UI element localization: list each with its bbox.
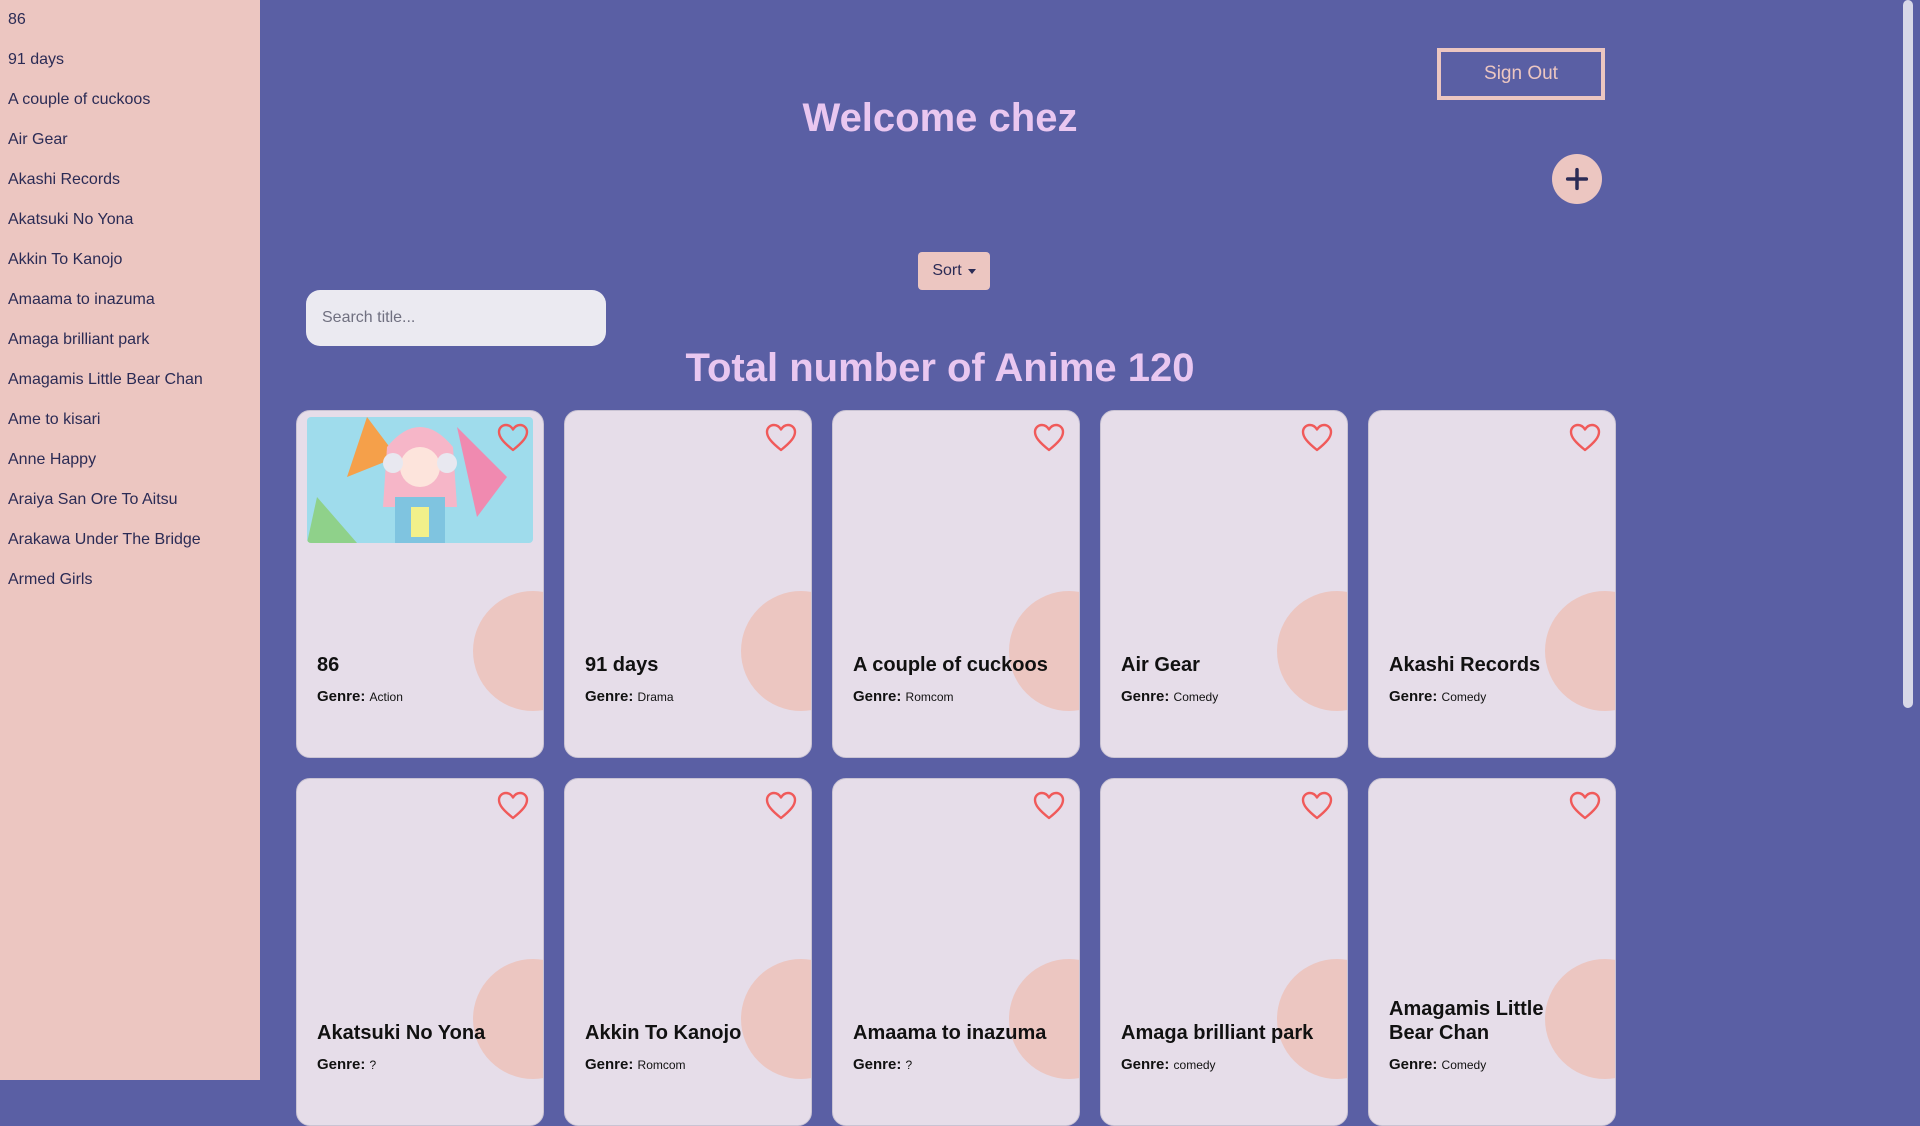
welcome-heading: Welcome chez	[802, 96, 1078, 140]
sidebar-item[interactable]: Air Gear	[0, 126, 260, 166]
card-decoration	[741, 959, 811, 1079]
card-decoration	[473, 591, 543, 711]
genre-value: Drama	[637, 690, 674, 704]
anime-genre: Genre: Comedy	[1389, 1056, 1486, 1073]
heart-icon[interactable]	[497, 423, 529, 453]
card-decoration	[1009, 591, 1079, 711]
heart-icon[interactable]	[497, 791, 529, 821]
sidebar: 86 91 days A couple of cuckoos Air Gear …	[0, 0, 260, 1080]
anime-card[interactable]: Amagamis Little Bear Chan Genre: Comedy	[1368, 778, 1616, 1126]
sidebar-item[interactable]: Amagamis Little Bear Chan	[0, 366, 260, 406]
anime-genre: Genre: Drama	[585, 688, 674, 705]
anime-genre: Genre: Comedy	[1389, 688, 1486, 705]
genre-value: Action	[369, 690, 403, 704]
total-anime-heading: Total number of Anime 120	[685, 346, 1195, 390]
genre-label: Genre:	[1389, 688, 1438, 705]
anime-card[interactable]: Akkin To Kanojo Genre: Romcom	[564, 778, 812, 1126]
anime-genre: Genre: Romcom	[853, 688, 954, 705]
anime-title: A couple of cuckoos	[853, 654, 1048, 676]
sidebar-list: 86 91 days A couple of cuckoos Air Gear …	[0, 0, 260, 606]
anime-card[interactable]: Akatsuki No Yona Genre: ?	[296, 778, 544, 1126]
anime-title: 91 days	[585, 654, 659, 676]
sidebar-item[interactable]: Amaga brilliant park	[0, 326, 260, 366]
genre-label: Genre:	[317, 1056, 366, 1073]
genre-label: Genre:	[585, 1056, 634, 1073]
heart-icon[interactable]	[1569, 423, 1601, 453]
anime-title: Amagamis Little Bear Chan	[1389, 998, 1544, 1044]
genre-value: Comedy	[1173, 690, 1219, 704]
anime-genre: Genre: Romcom	[585, 1056, 686, 1073]
anime-genre: Genre: ?	[317, 1056, 376, 1073]
anime-card[interactable]: Akashi Records Genre: Comedy	[1368, 410, 1616, 758]
sort-label: Sort	[932, 262, 962, 279]
add-anime-button[interactable]	[1552, 154, 1602, 204]
genre-label: Genre:	[585, 688, 634, 705]
anime-title: Akashi Records	[1389, 654, 1541, 676]
anime-card[interactable]: Amaama to inazuma Genre: ?	[832, 778, 1080, 1126]
sidebar-item[interactable]: Akatsuki No Yona	[0, 206, 260, 246]
anime-genre: Genre: Comedy	[1121, 688, 1218, 705]
sidebar-item[interactable]: Anne Happy	[0, 446, 260, 486]
search-input[interactable]	[306, 290, 606, 346]
scrollbar[interactable]	[1903, 0, 1913, 708]
anime-card[interactable]: 86 Genre: Action	[296, 410, 544, 758]
sidebar-item[interactable]: 91 days	[0, 46, 260, 86]
anime-title: Akatsuki No Yona	[317, 1022, 486, 1044]
genre-label: Genre:	[853, 1056, 902, 1073]
heart-icon[interactable]	[765, 423, 797, 453]
genre-value: Comedy	[1441, 690, 1487, 704]
sidebar-item[interactable]: Amaama to inazuma	[0, 286, 260, 326]
genre-label: Genre:	[1121, 688, 1170, 705]
anime-card[interactable]: Amaga brilliant park Genre: comedy	[1100, 778, 1348, 1126]
anime-title: 86	[317, 654, 340, 676]
anime-card[interactable]: Air Gear Genre: Comedy	[1100, 410, 1348, 758]
genre-label: Genre:	[317, 688, 366, 705]
heart-icon[interactable]	[1033, 791, 1065, 821]
card-decoration	[741, 591, 811, 711]
sidebar-item[interactable]: Akashi Records	[0, 166, 260, 206]
card-decoration	[1277, 591, 1347, 711]
sidebar-item[interactable]: A couple of cuckoos	[0, 86, 260, 126]
genre-value: ?	[905, 1058, 913, 1072]
heart-icon[interactable]	[1301, 791, 1333, 821]
anime-genre: Genre: comedy	[1121, 1056, 1216, 1073]
sidebar-item[interactable]: Akkin To Kanojo	[0, 246, 260, 286]
anime-card[interactable]: A couple of cuckoos Genre: Romcom	[832, 410, 1080, 758]
anime-genre: Genre: Action	[317, 688, 403, 705]
sidebar-item[interactable]: Armed Girls	[0, 566, 260, 606]
heart-icon[interactable]	[765, 791, 797, 821]
heart-icon[interactable]	[1033, 423, 1065, 453]
anime-card[interactable]: 91 days Genre: Drama	[564, 410, 812, 758]
genre-value: ?	[369, 1058, 377, 1072]
heart-icon[interactable]	[1569, 791, 1601, 821]
plus-icon	[1565, 167, 1589, 191]
genre-value: Comedy	[1441, 1058, 1487, 1072]
caret-down-icon	[967, 268, 976, 274]
anime-title: Air Gear	[1121, 654, 1200, 676]
anime-genre: Genre: ?	[853, 1056, 912, 1073]
card-decoration	[473, 959, 543, 1079]
anime-title: Amaama to inazuma	[853, 1022, 1047, 1044]
genre-label: Genre:	[1389, 1056, 1438, 1073]
genre-label: Genre:	[853, 688, 902, 705]
genre-value: comedy	[1173, 1058, 1216, 1072]
genre-value: Romcom	[637, 1058, 686, 1072]
sign-out-button[interactable]: Sign Out	[1437, 48, 1605, 100]
card-decoration	[1545, 591, 1615, 711]
sidebar-item[interactable]: Araiya San Ore To Aitsu	[0, 486, 260, 526]
anime-title: Akkin To Kanojo	[585, 1022, 742, 1044]
sidebar-item[interactable]: 86	[0, 6, 260, 46]
main-content: Sign Out Welcome chez Sort Total number …	[260, 0, 1920, 1126]
card-decoration	[1277, 959, 1347, 1079]
anime-title: Amaga brilliant park	[1121, 1022, 1314, 1044]
genre-value: Romcom	[905, 690, 954, 704]
sort-dropdown-button[interactable]: Sort	[918, 252, 990, 290]
sidebar-item[interactable]: Ame to kisari	[0, 406, 260, 446]
sidebar-item[interactable]: Arakawa Under The Bridge	[0, 526, 260, 566]
card-decoration	[1009, 959, 1079, 1079]
genre-label: Genre:	[1121, 1056, 1170, 1073]
heart-icon[interactable]	[1301, 423, 1333, 453]
